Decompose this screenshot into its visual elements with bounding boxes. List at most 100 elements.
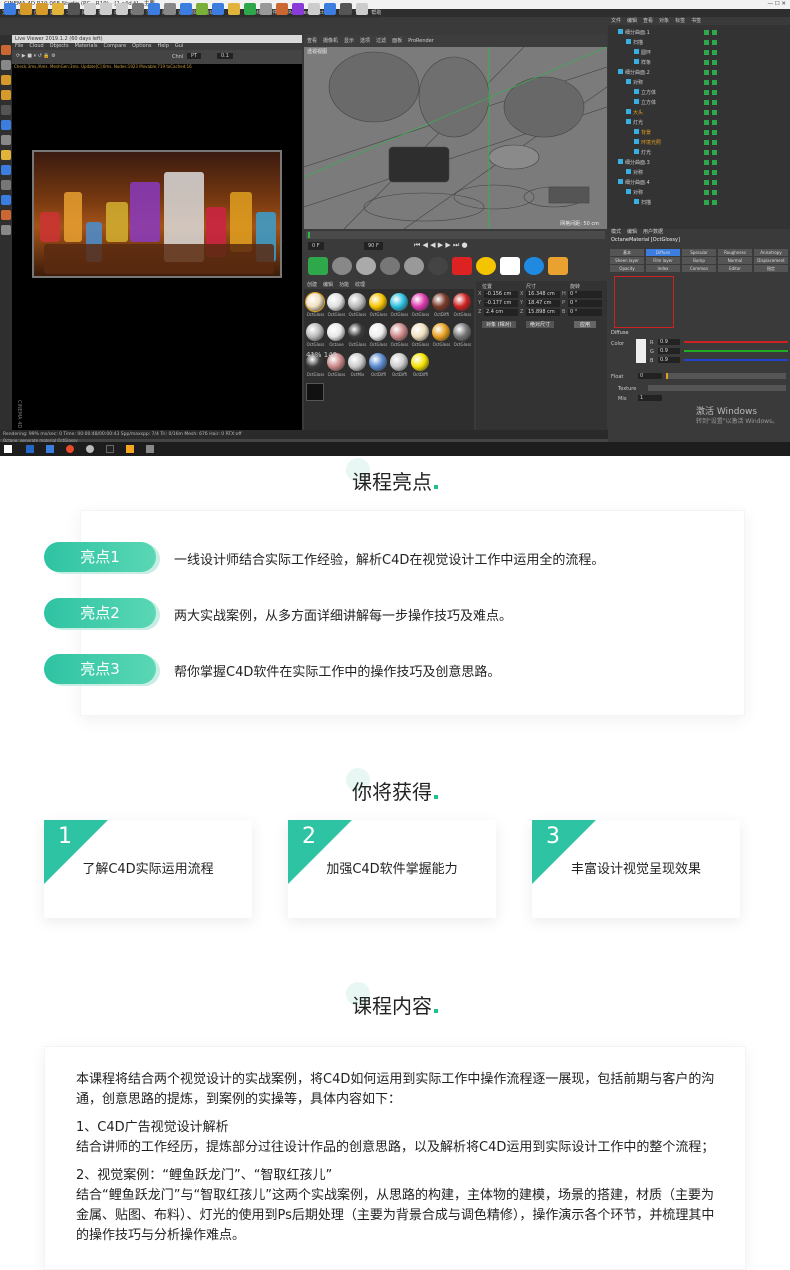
visibility-checkmark-icon[interactable] xyxy=(704,130,709,135)
material-menu-item[interactable]: 编辑 xyxy=(323,282,333,288)
attribute-tab[interactable]: Normal xyxy=(718,257,752,264)
attribute-tab[interactable]: 基本 xyxy=(610,249,644,256)
windows-start-icon[interactable] xyxy=(4,445,12,453)
attribute-tab[interactable]: Anisotropy xyxy=(754,249,788,256)
coord-value[interactable]: 0 ° xyxy=(568,291,602,298)
object-row[interactable]: 对称 xyxy=(626,169,698,177)
object-row[interactable]: 环境光照 xyxy=(634,139,698,147)
toolbar-tool-icon[interactable] xyxy=(132,3,144,15)
visibility-checkmark-icon[interactable] xyxy=(704,40,709,45)
environment-icon[interactable] xyxy=(524,257,544,275)
left-tool-icon[interactable] xyxy=(1,90,11,100)
channel-select[interactable]: PT xyxy=(187,53,202,59)
material-ball[interactable] xyxy=(327,293,345,311)
toolbar-tool-icon[interactable] xyxy=(68,3,80,15)
visibility-checkmark-icon[interactable] xyxy=(712,140,717,145)
sphere-icon[interactable] xyxy=(428,257,448,275)
left-tool-icon[interactable] xyxy=(1,60,11,70)
visibility-checkmark-icon[interactable] xyxy=(712,160,717,165)
material-ball[interactable] xyxy=(390,323,408,341)
visibility-checkmark-icon[interactable] xyxy=(712,180,717,185)
sun-icon[interactable] xyxy=(476,257,496,275)
timeline-ruler[interactable] xyxy=(306,231,605,239)
object-row[interactable]: 细分曲面.2 xyxy=(618,69,698,77)
material-ball[interactable] xyxy=(390,293,408,311)
taskbar-app-icon[interactable] xyxy=(126,445,134,453)
material-ball[interactable] xyxy=(432,323,450,341)
object-row[interactable]: 对称 xyxy=(626,189,698,197)
material-ball[interactable] xyxy=(306,383,324,401)
toolbar-tool-icon[interactable] xyxy=(116,3,128,15)
float-slider[interactable] xyxy=(666,373,786,379)
coord-value[interactable]: 0 ° xyxy=(568,309,602,316)
object-row[interactable]: 立方体 xyxy=(634,89,698,97)
material-ball[interactable] xyxy=(348,353,366,371)
taskbar-app-icon[interactable] xyxy=(146,445,154,453)
texture-field[interactable] xyxy=(648,385,786,391)
material-ball[interactable] xyxy=(432,293,450,311)
object-row[interactable]: 立方体 xyxy=(634,99,698,107)
object-menu-item[interactable]: 文件 xyxy=(611,18,621,24)
visibility-checkmark-icon[interactable] xyxy=(712,40,717,45)
toolbar-tool-icon[interactable] xyxy=(52,3,64,15)
coord-value[interactable]: 18.47 cm xyxy=(526,300,560,307)
toolbar-tool-icon[interactable] xyxy=(340,3,352,15)
attribute-tab[interactable]: Film layer xyxy=(646,257,680,264)
left-tool-icon[interactable] xyxy=(1,150,11,160)
sphere-icon[interactable] xyxy=(380,257,400,275)
live-viewer-menu-item[interactable]: Materials xyxy=(75,43,98,49)
visibility-checkmark-icon[interactable] xyxy=(704,60,709,65)
toolbar-tool-icon[interactable] xyxy=(324,3,336,15)
material-ball[interactable] xyxy=(305,292,325,312)
material-ball[interactable] xyxy=(369,293,387,311)
left-tool-icon[interactable] xyxy=(1,210,11,220)
sphere-icon[interactable] xyxy=(356,257,376,275)
taskbar-app-icon[interactable] xyxy=(46,445,54,453)
live-viewer-menu-item[interactable]: Help xyxy=(157,43,168,49)
visibility-checkmark-icon[interactable] xyxy=(712,80,717,85)
toolbar-tool-icon[interactable] xyxy=(84,3,96,15)
coords-size-dropdown[interactable]: 绝对尺寸 xyxy=(526,321,555,328)
visibility-checkmark-icon[interactable] xyxy=(704,190,709,195)
material-menu-item[interactable]: 纹理 xyxy=(355,282,365,288)
visibility-checkmark-icon[interactable] xyxy=(704,150,709,155)
left-tool-icon[interactable] xyxy=(1,180,11,190)
toolbar-tool-icon[interactable] xyxy=(148,3,160,15)
attribute-tab[interactable]: Opacity xyxy=(610,265,644,272)
attribute-tab[interactable]: Editor xyxy=(718,265,752,272)
left-tool-icon[interactable] xyxy=(1,75,11,85)
toolbar-tool-icon[interactable] xyxy=(212,3,224,15)
visibility-checkmark-icon[interactable] xyxy=(712,170,717,175)
visibility-checkmark-icon[interactable] xyxy=(704,30,709,35)
visibility-checkmark-icon[interactable] xyxy=(712,110,717,115)
perspective-viewport[interactable]: 查看 摄像机 显示 选项 过滤 面板 ProRender 透视视图 网格间距: 50 cm xyxy=(304,35,607,229)
coord-value[interactable]: -0.177 cm xyxy=(484,300,518,307)
material-ball[interactable] xyxy=(369,323,387,341)
attribute-tab[interactable]: Sheen layer xyxy=(610,257,644,264)
sphere-icon[interactable] xyxy=(332,257,352,275)
coord-value[interactable]: 15.898 cm xyxy=(526,309,560,316)
material-ball[interactable] xyxy=(390,353,408,371)
visibility-checkmark-icon[interactable] xyxy=(704,180,709,185)
toolbar-tool-icon[interactable] xyxy=(180,3,192,15)
coord-value[interactable]: -0.156 cm xyxy=(484,291,518,298)
object-row[interactable]: 细分曲面.1 xyxy=(618,29,698,37)
rgb-channel-value[interactable]: 0.9 xyxy=(658,339,680,345)
visibility-checkmark-icon[interactable] xyxy=(712,120,717,125)
camera-icon[interactable] xyxy=(452,257,472,275)
toolbar-tool-icon[interactable] xyxy=(276,3,288,15)
visibility-checkmark-icon[interactable] xyxy=(704,160,709,165)
taskbar-app-icon[interactable] xyxy=(26,445,34,453)
octane-gear-icon[interactable] xyxy=(308,257,328,275)
visibility-checkmark-icon[interactable] xyxy=(712,200,717,205)
coord-value[interactable]: 0 ° xyxy=(568,300,602,307)
visibility-checkmark-icon[interactable] xyxy=(704,140,709,145)
visibility-checkmark-icon[interactable] xyxy=(712,30,717,35)
area-light-icon[interactable] xyxy=(500,257,520,275)
live-viewer-menu-item[interactable]: Objects xyxy=(50,43,69,49)
frame-end[interactable]: 90 F xyxy=(364,242,383,250)
live-viewer-menu-item[interactable]: Options xyxy=(132,43,151,49)
visibility-checkmark-icon[interactable] xyxy=(712,70,717,75)
visibility-checkmark-icon[interactable] xyxy=(704,90,709,95)
attribute-tab[interactable]: Specular xyxy=(682,249,716,256)
